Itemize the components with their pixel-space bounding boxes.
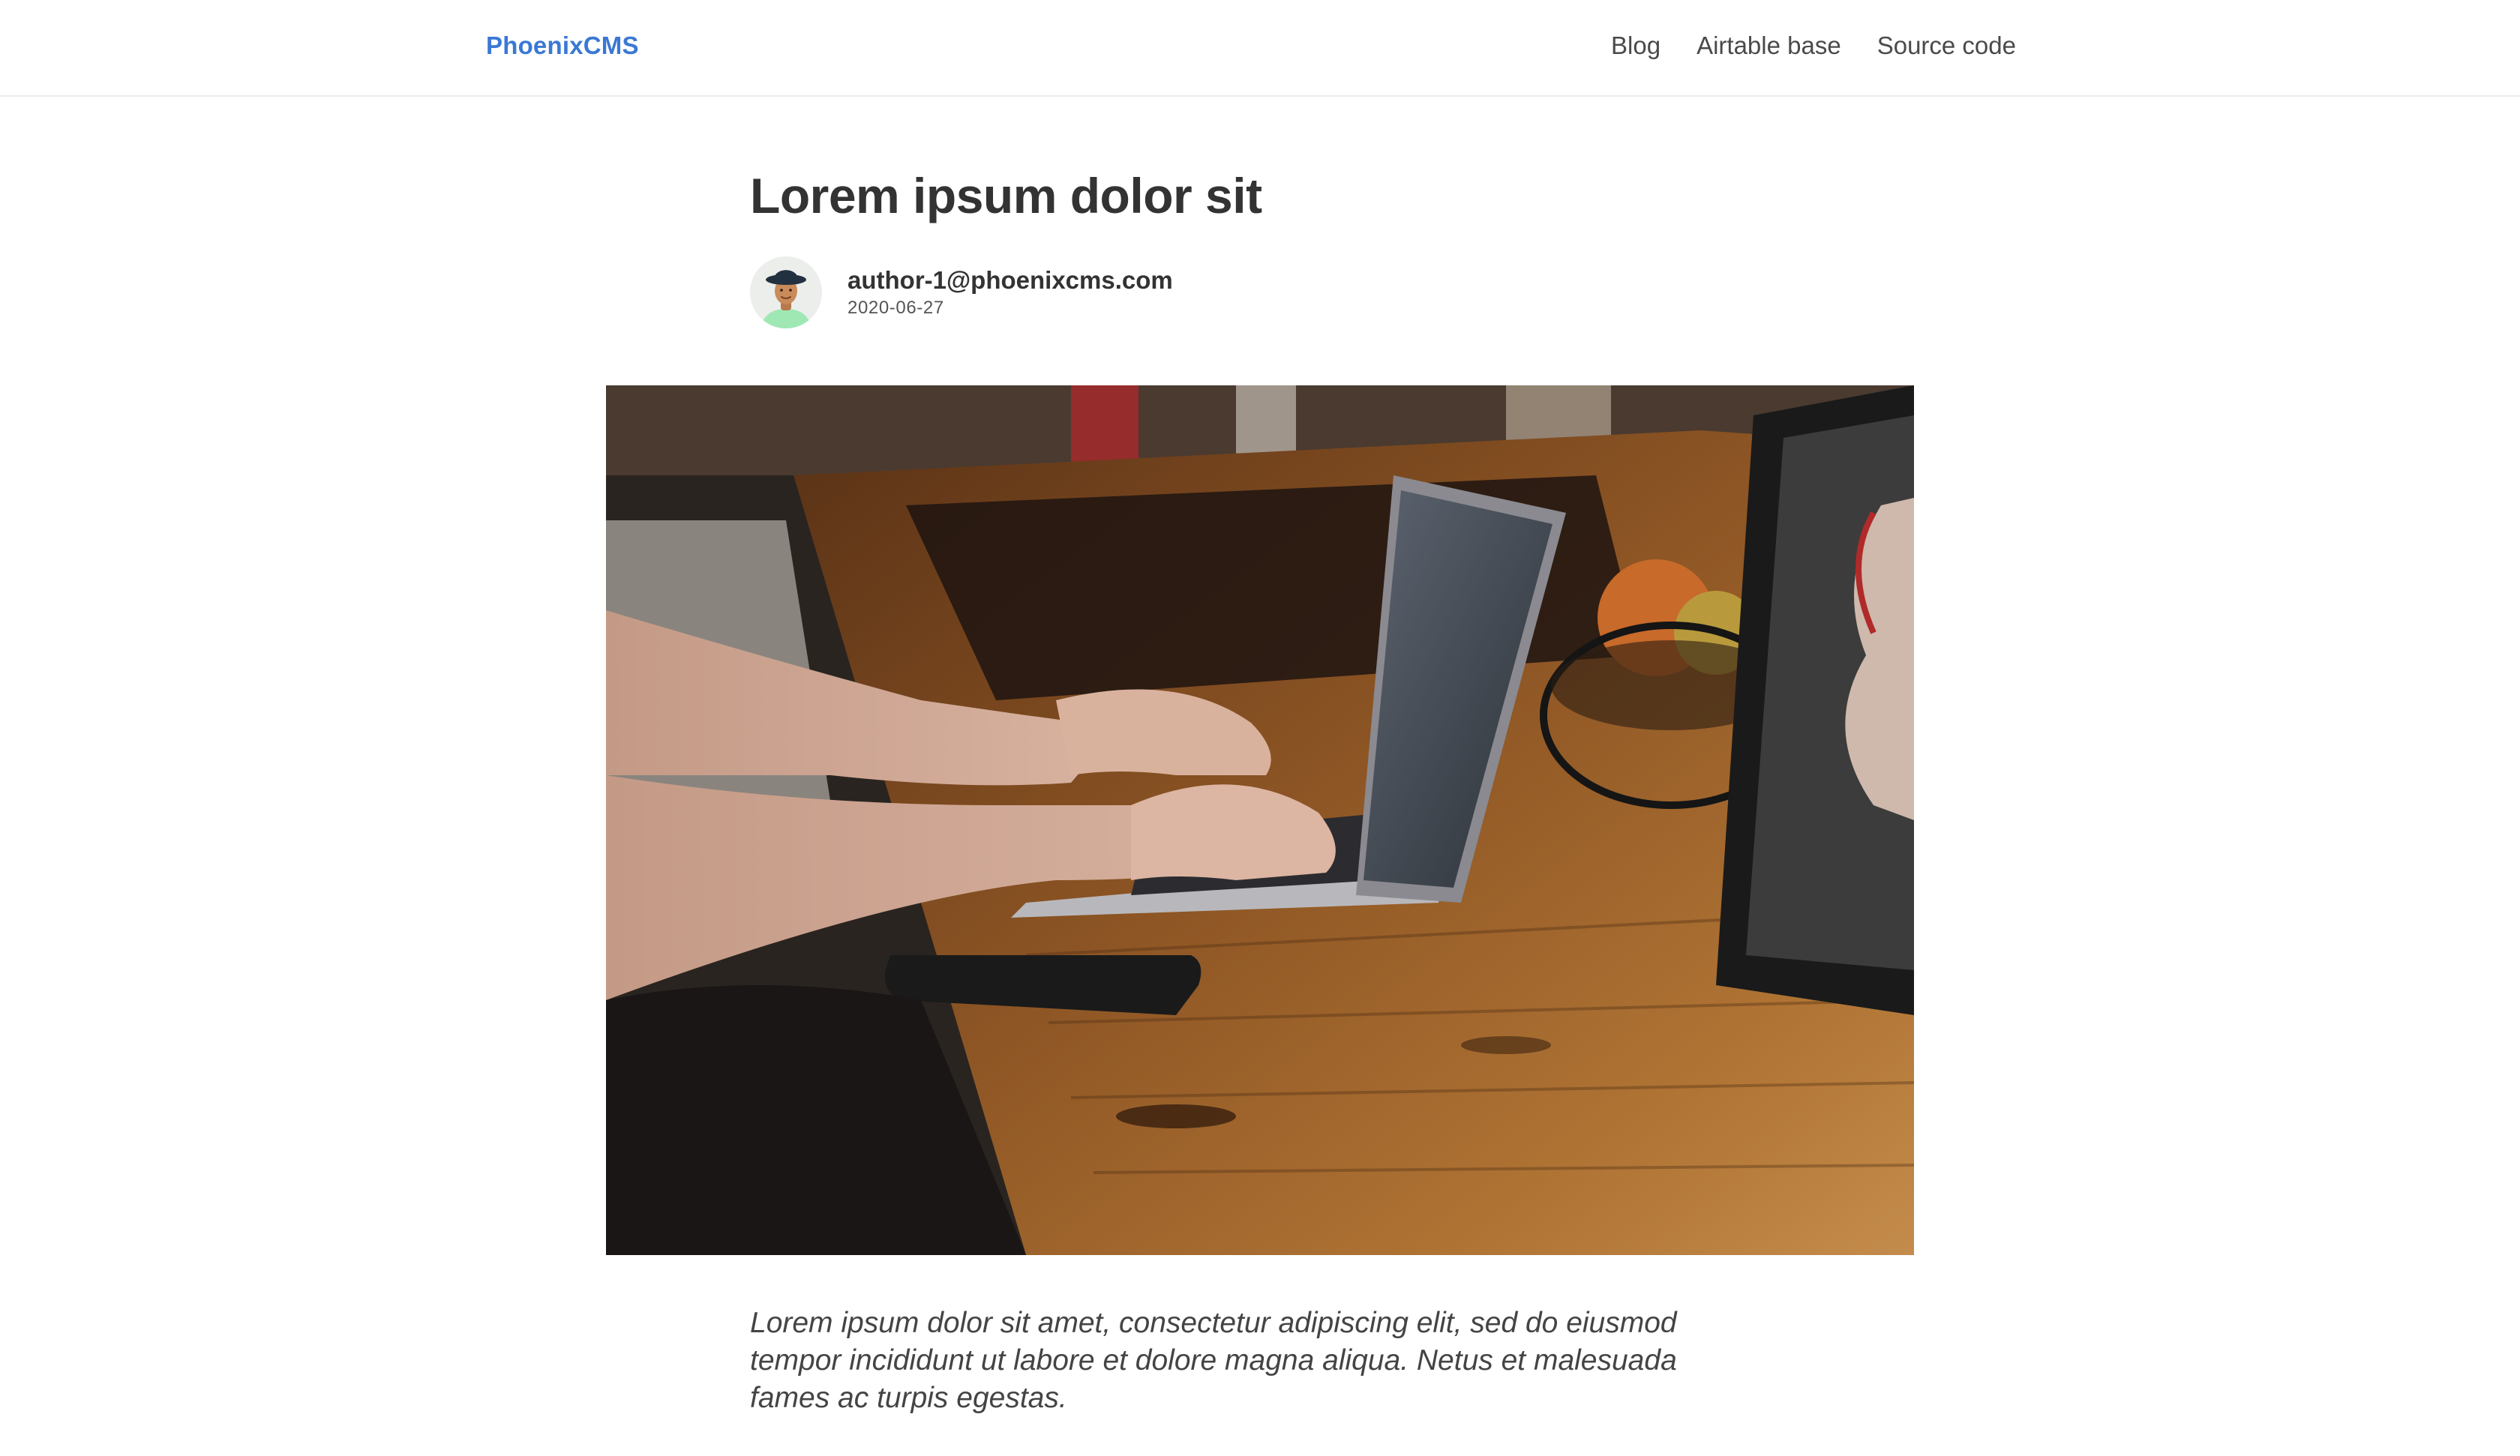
nav-links: Blog Airtable base Source code xyxy=(1611,31,2016,60)
article-header: Lorem ipsum dolor sit author-1@phoenixcm… xyxy=(750,165,1830,328)
nav-link-blog[interactable]: Blog xyxy=(1611,31,1660,60)
author-email: author-1@phoenixcms.com xyxy=(848,266,1173,294)
author-avatar xyxy=(750,256,822,328)
laptop-on-wooden-desk-photo xyxy=(606,385,1914,1255)
article-title: Lorem ipsum dolor sit xyxy=(750,168,1262,223)
publish-date: 2020-06-27 xyxy=(848,298,944,318)
hero-image xyxy=(606,385,1914,1255)
article-byline: author-1@phoenixcms.com 2020-06-27 xyxy=(750,256,1173,328)
top-navbar: PhoenixCMS Blog Airtable base Source cod… xyxy=(0,0,2520,97)
brand-logo-link[interactable]: PhoenixCMS xyxy=(486,31,639,60)
nav-link-source-code[interactable]: Source code xyxy=(1877,31,2016,60)
nav-link-airtable-base[interactable]: Airtable base xyxy=(1696,31,1841,60)
author-avatar-icon xyxy=(750,256,822,328)
byline-text: author-1@phoenixcms.com 2020-06-27 xyxy=(848,265,1173,320)
article-intro: Lorem ipsum dolor sit amet, consectetur … xyxy=(750,1307,1677,1414)
